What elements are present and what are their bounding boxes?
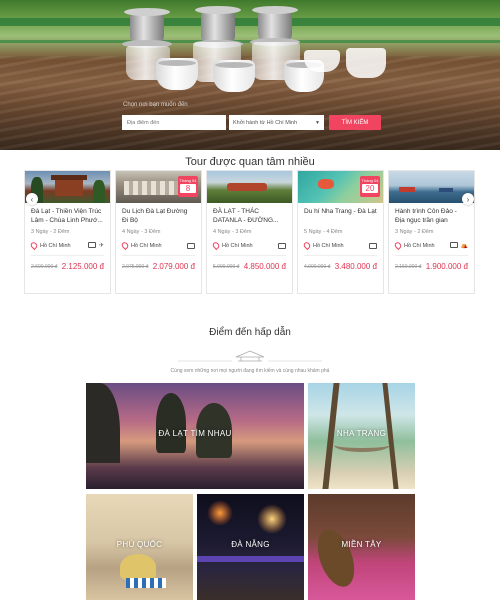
tour-price: 4.850.000 đ bbox=[243, 262, 286, 271]
tour-name[interactable]: Đà Lạt - Thiền Viện Trúc Lâm - Chùa Linh… bbox=[31, 207, 104, 225]
location-pin-icon bbox=[120, 240, 130, 251]
search-bar: Khởi hành từ Hồ Chí Minh ▼ TÌM KIẾM bbox=[122, 115, 381, 130]
tour-card[interactable]: ĐÀ LẠT - THÁC DATANLA - ĐƯỜNG... 4 Ngày … bbox=[206, 170, 293, 294]
destination-tile-phu-quoc[interactable]: PHÚ QUỐC bbox=[86, 494, 193, 600]
tour-name[interactable]: Hành trình Côn Đảo - Địa ngục trần gian bbox=[395, 207, 468, 225]
tour-location: Hồ Chí Minh bbox=[131, 242, 162, 249]
tour-card[interactable]: Tháng 04 20 Du hí Nha Trang - Đà Lạt 5 Ng… bbox=[297, 170, 384, 294]
tour-name[interactable]: ĐÀ LẠT - THÁC DATANLA - ĐƯỜNG... bbox=[213, 207, 286, 225]
date-badge: Tháng 04 20 bbox=[360, 176, 380, 197]
coffee-filter-image bbox=[193, 6, 243, 48]
destination-label: MIỀN TÂY bbox=[341, 540, 382, 549]
hero-banner: Chọn nơi bạn muốn đến Khởi hành từ Hồ Ch… bbox=[0, 0, 500, 150]
tour-price: 2.079.000 đ bbox=[152, 262, 195, 271]
old-price: 2.075.000 đ bbox=[122, 263, 149, 270]
chevron-down-icon: ▼ bbox=[315, 119, 320, 126]
chevron-left-icon: ‹ bbox=[30, 194, 34, 204]
pagoda-divider-icon bbox=[178, 350, 322, 362]
tour-image bbox=[207, 171, 292, 203]
old-price: 2.150.000 đ bbox=[395, 263, 422, 270]
tour-price: 2.125.000 đ bbox=[61, 262, 104, 271]
tour-name[interactable]: Du Lịch Đà Lạt Đường Đi Bộ bbox=[122, 207, 195, 225]
location-pin-icon bbox=[302, 240, 312, 251]
carousel-prev-button[interactable]: ‹ bbox=[26, 193, 38, 205]
cup-image bbox=[213, 60, 255, 92]
bus-icon bbox=[278, 242, 286, 249]
old-price: 4.000.000 đ bbox=[304, 263, 331, 270]
plane-icon: ✈ bbox=[98, 243, 104, 249]
tour-card[interactable]: Tháng 04 8 Du Lịch Đà Lạt Đường Đi Bộ 4 N… bbox=[115, 170, 202, 294]
destination-tile-da-nang[interactable]: ĐÀ NẴNG bbox=[197, 494, 304, 600]
bus-icon bbox=[449, 242, 458, 248]
destination-label: ĐÀ LẠT TÌM NHAU bbox=[158, 429, 232, 438]
departure-select[interactable]: Khởi hành từ Hồ Chí Minh ▼ bbox=[229, 115, 324, 130]
location-pin-icon bbox=[211, 240, 221, 251]
bowl-image bbox=[346, 48, 386, 78]
tour-duration: 4 Ngày - 3 Đêm bbox=[213, 229, 252, 235]
page: { "hero": { "search_hint": "Chọn nơi bạn… bbox=[0, 0, 500, 602]
destination-tile-mien-tay[interactable]: MIỀN TÂY bbox=[308, 494, 415, 600]
coffee-filter-image bbox=[122, 8, 172, 48]
tent-icon: ⛺ bbox=[460, 243, 468, 249]
search-button[interactable]: TÌM KIẾM bbox=[329, 115, 381, 130]
departure-value: Khởi hành từ Hồ Chí Minh bbox=[233, 119, 298, 126]
location-pin-icon bbox=[393, 240, 403, 251]
bus-icon bbox=[187, 242, 195, 249]
old-price: 5.099.000 đ bbox=[213, 263, 240, 270]
tour-price: 1.900.000 đ bbox=[425, 262, 468, 271]
tour-card[interactable]: Đà Lạt - Thiền Viện Trúc Lâm - Chùa Linh… bbox=[24, 170, 111, 294]
search-hint: Chọn nơi bạn muốn đến bbox=[123, 102, 188, 108]
destinations-subtitle: Cùng xem những nơi mọi người đang tìm ki… bbox=[170, 368, 330, 374]
cup-image bbox=[156, 58, 198, 90]
badge-month: Tháng 04 bbox=[179, 178, 197, 183]
tour-location: Hồ Chí Minh bbox=[313, 242, 344, 249]
destination-tile-nha-trang[interactable]: NHA TRANG bbox=[308, 383, 415, 489]
tour-card[interactable]: Hành trình Côn Đảo - Địa ngục trần gian … bbox=[388, 170, 475, 294]
coffee-filter-image bbox=[250, 6, 300, 46]
destination-tile-da-lat[interactable]: ĐÀ LẠT TÌM NHAU bbox=[86, 383, 304, 489]
tour-price: 3.480.000 đ bbox=[334, 262, 377, 271]
badge-month: Tháng 04 bbox=[361, 178, 379, 183]
tour-duration: 3 Ngày - 2 Đêm bbox=[31, 229, 70, 235]
destinations-title: Điểm đến hấp dẫn bbox=[209, 327, 291, 338]
badge-day: 8 bbox=[180, 184, 196, 193]
tour-location: Hồ Chí Minh bbox=[222, 242, 253, 249]
location-pin-icon bbox=[29, 240, 39, 251]
destination-label: ĐÀ NẴNG bbox=[231, 540, 270, 549]
railing bbox=[0, 18, 500, 26]
old-price: 2.600.000 đ bbox=[31, 263, 58, 270]
tour-location: Hồ Chí Minh bbox=[404, 242, 435, 249]
bowl-image bbox=[304, 50, 340, 72]
tours-title: Tour được quan tâm nhiều bbox=[185, 156, 315, 168]
tour-name[interactable]: Du hí Nha Trang - Đà Lạt bbox=[304, 207, 377, 225]
date-badge: Tháng 04 8 bbox=[178, 176, 198, 197]
destination-label: NHA TRANG bbox=[336, 429, 387, 438]
tour-image: Tháng 04 8 bbox=[116, 171, 201, 203]
destination-label: PHÚ QUỐC bbox=[116, 540, 163, 549]
bus-icon bbox=[87, 242, 96, 248]
badge-day: 20 bbox=[362, 184, 378, 193]
tour-duration: 4 Ngày - 3 Đêm bbox=[122, 229, 161, 235]
tour-location: Hồ Chí Minh bbox=[40, 242, 71, 249]
tour-duration: 3 Ngày - 2 Đêm bbox=[395, 229, 434, 235]
tour-duration: 5 Ngày - 4 Đêm bbox=[304, 229, 343, 235]
destination-input[interactable] bbox=[122, 115, 226, 130]
bus-icon bbox=[369, 242, 377, 249]
carousel-next-button[interactable]: › bbox=[462, 193, 474, 205]
chevron-right-icon: › bbox=[466, 194, 470, 204]
tour-carousel: Đà Lạt - Thiền Viện Trúc Lâm - Chùa Linh… bbox=[24, 170, 476, 294]
tour-image: Tháng 04 20 bbox=[298, 171, 383, 203]
